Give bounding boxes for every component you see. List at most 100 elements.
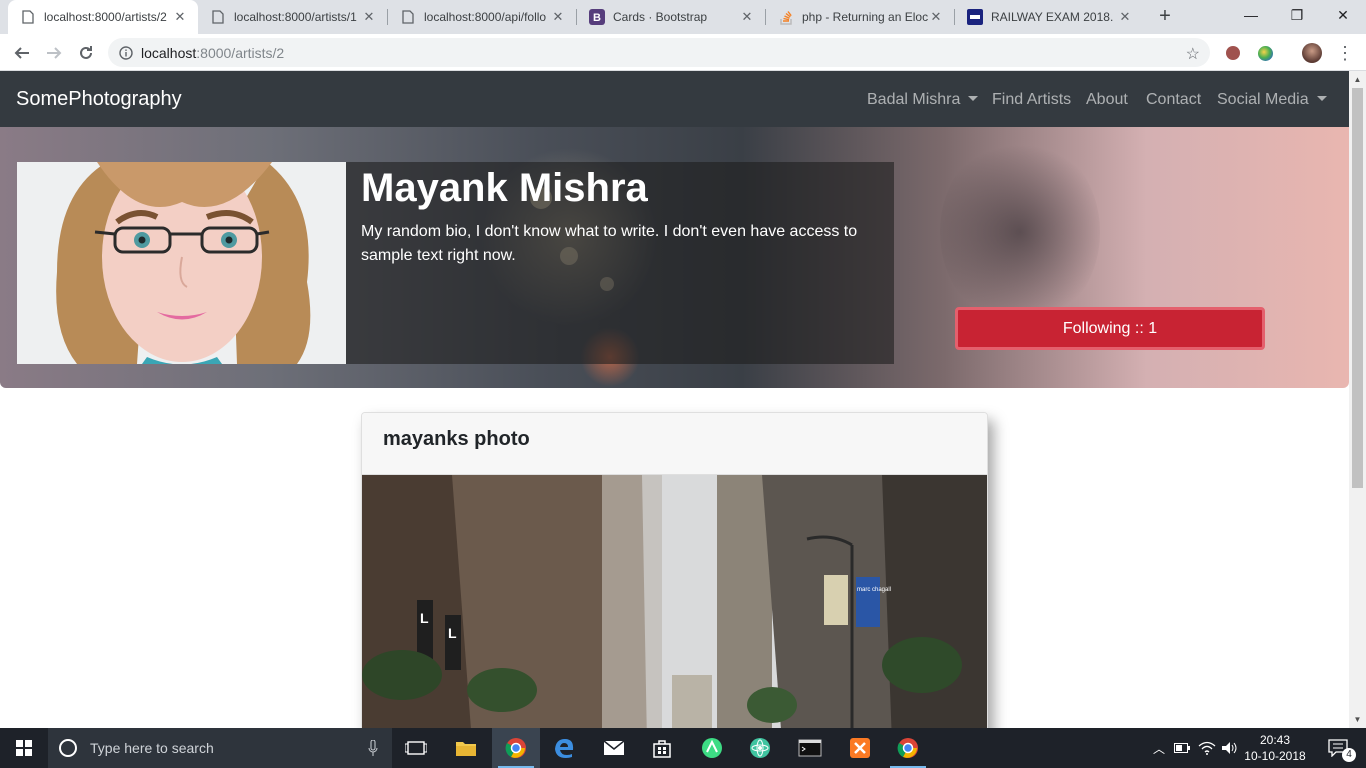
nav-link-label: Badal Mishra	[867, 91, 961, 108]
tab-title: php - Returning an Eloc	[802, 10, 928, 24]
reload-button[interactable]	[74, 41, 98, 65]
terminal-button[interactable]	[786, 728, 834, 768]
start-button[interactable]	[0, 728, 48, 768]
page-scrollbar[interactable]: ▲ ▼	[1349, 71, 1366, 728]
bookmark-star-icon[interactable]: ☆	[1186, 44, 1200, 64]
show-hidden-icons-button[interactable]: ︿	[1150, 728, 1168, 768]
search-placeholder: Type here to search	[90, 740, 214, 756]
svg-text:L: L	[448, 625, 457, 641]
edge-icon	[555, 739, 574, 758]
close-tab-icon[interactable]: ✕	[172, 9, 188, 25]
edge-button[interactable]	[540, 728, 588, 768]
chrome-second-button[interactable]	[884, 728, 932, 768]
restore-button[interactable]: ❐	[1274, 0, 1320, 30]
blurred-shape	[940, 137, 1100, 327]
clock-time: 20:43	[1259, 733, 1291, 747]
store-bag-icon	[653, 740, 671, 758]
atom-icon	[750, 738, 770, 758]
new-tab-button[interactable]: +	[1154, 6, 1176, 28]
stackoverflow-icon	[778, 9, 794, 25]
mail-button[interactable]	[590, 728, 638, 768]
task-view-button[interactable]	[392, 728, 440, 768]
url-path: :8000/artists/2	[196, 44, 285, 61]
close-tab-icon[interactable]: ✕	[361, 9, 377, 25]
taskbar-search-box[interactable]: Type here to search	[48, 728, 392, 768]
browser-tab[interactable]: localhost:8000/api/follo ✕	[388, 0, 576, 34]
tab-title: RAILWAY EXAM 2018. L	[991, 10, 1117, 24]
nav-find-artists[interactable]: Find Artists	[992, 91, 1071, 109]
cortana-icon	[59, 739, 77, 757]
scroll-up-icon[interactable]: ▲	[1349, 71, 1366, 88]
windows-logo-icon	[16, 740, 32, 756]
chevron-up-icon: ︿	[1152, 741, 1165, 756]
extension-button[interactable]	[1253, 41, 1277, 65]
follow-button[interactable]: Following :: 1	[955, 307, 1265, 350]
street-banner-text: marc chagall	[857, 587, 891, 593]
nav-contact[interactable]: Contact	[1146, 91, 1201, 109]
page-viewport: SomePhotography Badal Mishra Find Artist…	[0, 71, 1349, 728]
wifi-icon[interactable]	[1196, 728, 1218, 768]
browser-menu-button[interactable]: ⋮	[1333, 41, 1357, 65]
terminal-icon	[798, 739, 822, 757]
site-icon	[967, 9, 983, 25]
store-button[interactable]	[638, 728, 686, 768]
forward-button[interactable]	[42, 41, 66, 65]
forward-arrow-icon	[47, 47, 62, 59]
site-brand[interactable]: SomePhotography	[16, 88, 182, 111]
xampp-button[interactable]	[836, 728, 884, 768]
action-center-button[interactable]: 4	[1318, 728, 1358, 768]
artist-avatar	[17, 162, 346, 364]
android-studio-button[interactable]	[688, 728, 736, 768]
back-arrow-icon	[14, 47, 29, 59]
page-icon	[400, 9, 416, 25]
artist-bio-panel: Mayank Mishra My random bio, I don't kno…	[346, 162, 894, 364]
browser-tab[interactable]: localhost:8000/artists/1 ✕	[198, 0, 387, 34]
more-vertical-icon: ⋮	[1336, 42, 1354, 63]
artist-name: Mayank Mishra	[361, 166, 648, 210]
browser-tab-strip: localhost:8000/artists/2 ✕ localhost:800…	[0, 0, 1366, 34]
minimize-button[interactable]: —	[1228, 0, 1274, 30]
close-tab-icon[interactable]: ✕	[739, 9, 755, 25]
windows-taskbar: Type here to search ︿ 20:43 10-10-2018 4	[0, 728, 1366, 768]
profile-avatar[interactable]	[1300, 41, 1324, 65]
scrollbar-thumb[interactable]	[1352, 88, 1363, 488]
globe-extension-icon	[1257, 45, 1273, 61]
extension-button[interactable]	[1221, 41, 1245, 65]
xampp-icon	[850, 738, 870, 758]
close-tab-icon[interactable]: ✕	[928, 9, 944, 25]
reload-icon	[80, 46, 92, 59]
city-street-photo[interactable]: L L marc chagall	[362, 475, 987, 728]
system-clock[interactable]: 20:43 10-10-2018	[1243, 732, 1307, 764]
photo-card: mayanks photo L L marc chagall	[361, 412, 988, 728]
browser-tab[interactable]: RAILWAY EXAM 2018. L ✕	[955, 0, 1143, 34]
bootstrap-icon: B	[589, 9, 605, 25]
browser-tab[interactable]: B Cards · Bootstrap ✕	[577, 0, 765, 34]
browser-tab[interactable]: php - Returning an Eloc ✕	[766, 0, 954, 34]
svg-text:B: B	[593, 12, 601, 24]
chrome-taskbar-button[interactable]	[492, 728, 540, 768]
close-tab-icon[interactable]: ✕	[550, 9, 566, 25]
microphone-icon	[368, 740, 378, 756]
close-window-button[interactable]: ✕	[1320, 0, 1366, 30]
atom-button[interactable]	[736, 728, 784, 768]
artist-bio: My random bio, I don't know what to writ…	[361, 223, 858, 264]
nav-user-dropdown[interactable]: Badal Mishra	[867, 91, 979, 109]
file-explorer-button[interactable]	[442, 728, 490, 768]
address-bar[interactable]: localhost:8000/artists/2 ☆	[108, 38, 1210, 67]
notification-count-badge: 4	[1342, 748, 1356, 762]
url-host: localhost	[141, 44, 197, 61]
caret-down-icon	[1316, 96, 1327, 101]
nav-social-media-dropdown[interactable]: Social Media	[1217, 91, 1327, 109]
clock-date: 10-10-2018	[1244, 749, 1306, 763]
browser-tab-active[interactable]: localhost:8000/artists/2 ✕	[8, 0, 198, 34]
battery-icon[interactable]	[1172, 728, 1192, 768]
close-tab-icon[interactable]: ✕	[1117, 9, 1133, 25]
profile-hero: Mayank Mishra My random bio, I don't kno…	[0, 127, 1349, 388]
folder-icon	[456, 742, 476, 756]
caret-down-icon	[968, 96, 979, 101]
volume-icon[interactable]	[1220, 728, 1240, 768]
info-icon[interactable]	[119, 45, 133, 60]
nav-about[interactable]: About	[1086, 91, 1128, 109]
scroll-down-icon[interactable]: ▼	[1349, 711, 1366, 728]
back-button[interactable]	[10, 41, 34, 65]
